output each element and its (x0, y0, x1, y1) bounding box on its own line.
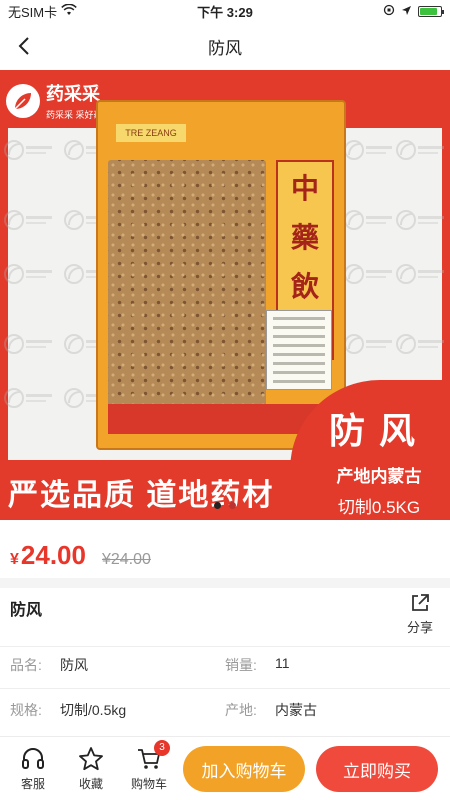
wifi-icon (61, 3, 77, 19)
share-label: 分享 (406, 620, 433, 635)
location-icon (401, 4, 412, 19)
spec-row: 规格: 切制/0.5kg 产地: 内蒙古 (10, 698, 440, 722)
package-window (108, 160, 266, 425)
battery-icon (418, 5, 444, 17)
spec-value: 内蒙古 (275, 702, 317, 718)
share-button[interactable]: 分享 (400, 592, 440, 636)
spec-item: 品名: 防风 (10, 655, 225, 675)
back-button[interactable] (8, 30, 40, 62)
watermark-logo (344, 208, 396, 232)
spec-grid: 品名: 防风 销量: 11 (10, 653, 440, 677)
spec-key: 品名: (10, 657, 42, 673)
battery-fill (420, 7, 437, 15)
status-bar: 无SIM卡 下午 3:29 (0, 0, 450, 22)
divider (0, 646, 450, 647)
watermark-logo (4, 386, 56, 410)
badge-product-name: 防风 (328, 410, 429, 452)
watermark-logo (344, 138, 396, 162)
brand-logo: 药采采 药采采 采好药 (6, 80, 103, 121)
package-brand-label: TRE ZEANG (116, 124, 186, 142)
current-price: ¥24.00 (10, 540, 86, 571)
spec-key: 规格: (10, 702, 42, 718)
badge-origin: 产地内蒙古 (336, 467, 422, 486)
spec-item: 产地: 内蒙古 (225, 700, 440, 720)
headset-icon (22, 747, 44, 769)
buy-now-button[interactable]: 立即购买 (316, 746, 438, 792)
currency-symbol: ¥ (10, 551, 19, 568)
status-left: 无SIM卡 (8, 2, 77, 21)
price-row: ¥24.00 ¥24.00 (10, 540, 151, 571)
star-icon (79, 746, 103, 770)
watermark-logo (396, 332, 448, 356)
carousel-dot (214, 502, 221, 509)
watermark-logo (396, 138, 448, 162)
spec-key: 销量: (225, 657, 257, 673)
spec-item: 规格: 切制/0.5kg (10, 700, 225, 720)
carousel-dot (229, 502, 236, 509)
spec-value: 11 (275, 655, 290, 671)
rotation-lock-icon (383, 4, 395, 19)
spec-key: 产地: (225, 702, 257, 718)
watermark-logo (396, 262, 448, 286)
package-char: 中 (290, 171, 319, 205)
spec-row: 品名: 防风 销量: 11 (10, 653, 440, 677)
carrier-label: 无SIM卡 (8, 4, 58, 20)
watermark-logo (396, 208, 448, 232)
carousel-indicator (0, 502, 450, 509)
brand-tagline: 药采采 采好药 (46, 110, 103, 120)
product-package: TRE ZEANG 中 藥 飲 片 (96, 100, 346, 450)
chevron-left-icon (18, 37, 29, 55)
share-icon (412, 594, 429, 611)
watermark-logo (4, 138, 56, 162)
customer-service-label: 客服 (20, 776, 45, 791)
brand-name: 药采采 (46, 84, 100, 105)
cart-count-badge: 3 (154, 739, 170, 756)
current-price-value: 24.00 (20, 540, 86, 570)
add-to-cart-button[interactable]: 加入购物车 (183, 746, 305, 792)
divider (0, 688, 450, 689)
product-image-carousel[interactable]: 药采采 药采采 采好药 TRE ZEANG 中 藥 飲 片 严选品质 道地药材 … (0, 70, 450, 520)
original-price: ¥24.00 (101, 551, 151, 568)
watermark-logo (344, 262, 396, 286)
product-name: 防风 (10, 602, 43, 619)
watermark-logo (4, 262, 56, 286)
package-char: 飲 (290, 269, 319, 303)
section-divider (0, 578, 450, 588)
status-right (383, 4, 444, 19)
spec-value: 切制/0.5kg (60, 702, 127, 718)
watermark-logo (344, 332, 396, 356)
customer-service-button[interactable]: 客服 (8, 739, 58, 799)
watermark-logo (4, 208, 56, 232)
product-title-row: 防风 分享 (10, 594, 440, 640)
package-char: 藥 (290, 220, 319, 254)
spec-item: 销量: 11 (225, 655, 440, 675)
bottom-action-bar: 客服 收藏 购物车 3 加入购物车 立即购买 (0, 736, 450, 800)
favorite-label: 收藏 (78, 776, 103, 791)
page-title: 防风 (208, 38, 242, 58)
package-sticker (266, 310, 332, 390)
favorite-button[interactable]: 收藏 (66, 739, 116, 799)
cart-label: 购物车 (130, 776, 167, 791)
watermark-logo (4, 332, 56, 356)
nav-bar: 防风 (0, 22, 450, 70)
spec-grid: 规格: 切制/0.5kg 产地: 内蒙古 (10, 698, 440, 722)
spec-value: 防风 (60, 657, 88, 673)
cart-button[interactable]: 购物车 3 (124, 739, 174, 799)
brand-leaf-icon (6, 83, 40, 118)
